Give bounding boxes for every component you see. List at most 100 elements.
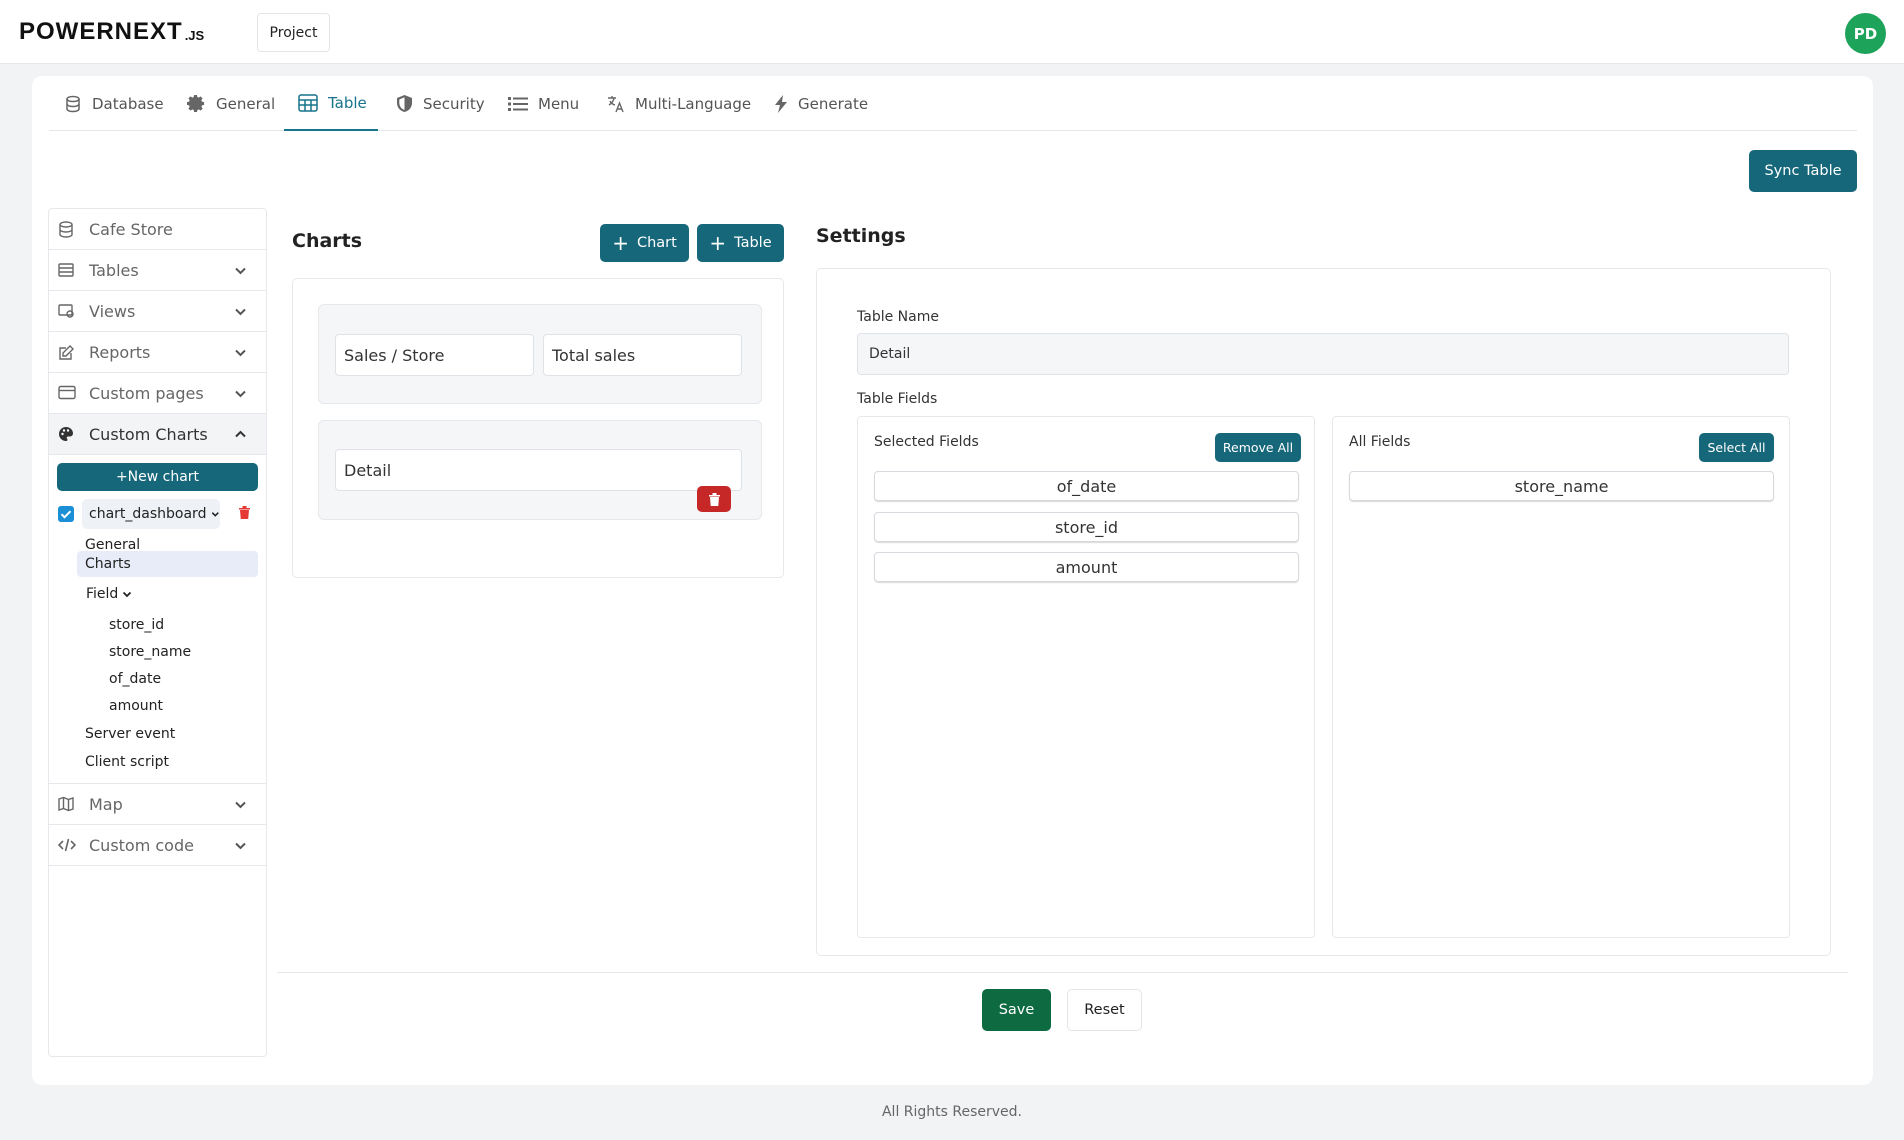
sidebar-item-label: Map xyxy=(89,794,123,814)
table-icon xyxy=(58,263,74,277)
sidebar-item-label: Custom Charts xyxy=(89,424,208,444)
sidebar-item-label: Views xyxy=(89,301,136,321)
chevron-down-icon xyxy=(235,308,246,316)
tree-field-item[interactable]: store_name xyxy=(109,644,191,660)
tab-label: Security xyxy=(423,94,485,113)
card-icon xyxy=(58,385,76,400)
add-table-button[interactable]: + Table xyxy=(697,224,784,262)
charts-panel: Sales / Store Total sales Detail xyxy=(292,278,784,578)
tab-security[interactable]: Security xyxy=(396,76,485,131)
tab-general[interactable]: General xyxy=(187,76,275,131)
check-icon xyxy=(60,510,72,519)
chevron-down-icon xyxy=(235,390,246,398)
map-icon xyxy=(58,796,74,812)
tree-item-server-event[interactable]: Server event xyxy=(85,726,175,742)
tab-menu[interactable]: Menu xyxy=(508,76,579,131)
dashboard-selector[interactable]: chart_dashboard xyxy=(82,499,220,529)
chevron-down-icon xyxy=(235,349,246,357)
bolt-icon xyxy=(775,94,787,113)
chevron-down-icon xyxy=(235,267,246,275)
sync-table-button[interactable]: Sync Table xyxy=(1749,150,1857,192)
sidebar-item-views[interactable]: Views xyxy=(49,291,266,332)
tab-multi-language[interactable]: Multi-Language xyxy=(607,76,751,131)
sidebar-item-tables[interactable]: Tables xyxy=(49,250,266,291)
tab-label: Generate xyxy=(798,94,869,113)
code-icon xyxy=(58,838,76,852)
sidebar-item-label: Custom pages xyxy=(89,383,204,403)
tab-database[interactable]: Database xyxy=(64,76,164,131)
add-chart-label: Chart xyxy=(636,235,677,251)
tab-table[interactable]: Table xyxy=(284,76,378,131)
tab-label: Database xyxy=(92,94,164,113)
selected-field-item[interactable]: amount xyxy=(874,552,1299,582)
tab-label: Menu xyxy=(538,94,580,113)
edit-icon xyxy=(59,345,74,360)
tab-bar: Database General Table Security Menu Mul… xyxy=(49,76,1857,131)
reset-button[interactable]: Reset xyxy=(1067,989,1142,1031)
settings-title: Settings xyxy=(816,225,906,247)
divider xyxy=(277,972,1848,973)
select-all-button[interactable]: Select All xyxy=(1699,433,1774,462)
trash-icon xyxy=(708,492,720,506)
selected-field-item[interactable]: of_date xyxy=(874,471,1299,501)
tree-field-item[interactable]: store_id xyxy=(109,617,164,633)
chart-row: Detail xyxy=(318,420,762,520)
sidebar-item-custom-charts[interactable]: Custom Charts xyxy=(49,414,266,455)
dashboard-checkbox[interactable] xyxy=(58,506,74,522)
settings-panel: Table Name Detail Table Fields Selected … xyxy=(816,268,1831,956)
delete-button[interactable] xyxy=(697,486,731,512)
chevron-down-icon xyxy=(123,591,132,598)
chart-cell[interactable]: Detail xyxy=(335,449,742,512)
gear-icon xyxy=(187,94,205,113)
chart-cell-label: Detail xyxy=(344,460,392,480)
table-name-label: Table Name xyxy=(857,309,939,325)
view-icon xyxy=(58,304,74,318)
shield-icon xyxy=(397,95,412,112)
add-chart-button[interactable]: + Chart xyxy=(600,224,689,262)
sidebar-item-label: Cafe Store xyxy=(89,219,173,239)
sidebar-item-custom-code[interactable]: Custom code xyxy=(49,825,266,866)
tab-label: Multi-Language xyxy=(635,94,752,113)
chart-cell[interactable]: Sales / Store xyxy=(335,334,534,376)
chart-row: Sales / Store Total sales xyxy=(318,304,762,404)
tab-generate[interactable]: Generate xyxy=(774,76,868,131)
chevron-down-icon xyxy=(235,842,246,850)
tree-item-field[interactable]: Field xyxy=(86,586,132,602)
all-field-item[interactable]: store_name xyxy=(1349,471,1774,501)
sidebar-item-map[interactable]: Map xyxy=(49,783,266,825)
sidebar-item-label: Tables xyxy=(89,260,139,280)
chevron-up-icon xyxy=(235,430,246,438)
sidebar: Cafe Store Tables Views Reports Custom p… xyxy=(48,208,267,1057)
top-bar: POWERNEXT .JS Project PD xyxy=(0,0,1904,64)
table-name-input[interactable]: Detail xyxy=(857,333,1789,375)
logo[interactable]: POWERNEXT .JS xyxy=(19,20,204,44)
table-fields-label: Table Fields xyxy=(857,391,938,407)
tree-field-item[interactable]: of_date xyxy=(109,671,161,687)
all-fields-title: All Fields xyxy=(1349,434,1411,450)
project-button[interactable]: Project xyxy=(257,13,330,52)
chevron-down-icon xyxy=(235,801,246,809)
all-fields-box: All Fields Select All store_name xyxy=(1332,416,1790,938)
sidebar-item-label: Custom code xyxy=(89,835,194,855)
new-chart-button[interactable]: +New chart xyxy=(57,463,258,491)
logo-text: POWERNEXT xyxy=(19,18,183,45)
selected-field-item[interactable]: store_id xyxy=(874,512,1299,542)
save-button[interactable]: Save xyxy=(982,989,1051,1031)
tree-item-charts[interactable]: Charts xyxy=(77,551,258,577)
list-icon xyxy=(508,96,528,111)
database-icon xyxy=(59,221,73,238)
sidebar-item-cafe-store[interactable]: Cafe Store xyxy=(49,209,266,250)
avatar[interactable]: PD xyxy=(1845,13,1886,54)
tab-label: Table xyxy=(328,93,367,112)
sidebar-item-reports[interactable]: Reports xyxy=(49,332,266,373)
selected-fields-title: Selected Fields xyxy=(874,434,979,450)
translate-icon xyxy=(608,95,624,112)
database-icon xyxy=(66,95,80,112)
trash-icon[interactable] xyxy=(238,505,251,520)
tree-field-item[interactable]: amount xyxy=(109,698,163,714)
chart-cell[interactable]: Total sales xyxy=(543,334,742,376)
plus-icon: + xyxy=(709,231,727,255)
tree-item-client-script[interactable]: Client script xyxy=(85,754,169,770)
sidebar-item-custom-pages[interactable]: Custom pages xyxy=(49,373,266,414)
remove-all-button[interactable]: Remove All xyxy=(1215,433,1301,462)
